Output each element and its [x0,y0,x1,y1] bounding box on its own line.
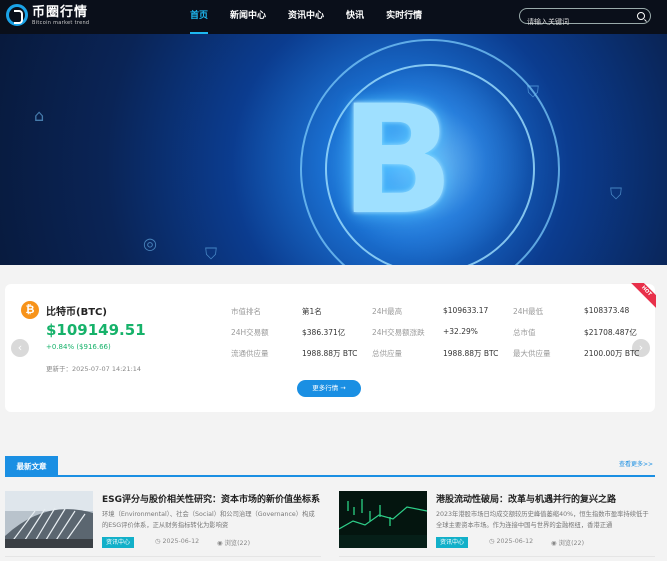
bitcoin-icon: ₿ [21,301,39,319]
shield-icon: ⛉ [205,244,218,263]
search-box [519,8,651,29]
coin-name: 比特币(BTC) [46,307,107,318]
globe-icon: ◎ [143,234,157,253]
article-views: ◉ 浏览(22) [217,540,251,547]
prev-arrow-icon[interactable]: ‹ [11,339,29,357]
eye-icon: ◉ [551,540,559,547]
hero-banner-image[interactable]: B ⌂ ◎ ⛉ ⛉ ⛉ [0,34,667,265]
logo-icon [6,4,28,26]
search-input[interactable] [520,15,630,29]
nav-info-center[interactable]: 资讯中心 [288,0,324,34]
clock-icon: ◷ [489,538,497,545]
article-category-tag[interactable]: 资讯中心 [102,537,135,548]
eye-icon: ◉ [217,540,225,547]
article-category-tag[interactable]: 资讯中心 [436,537,469,548]
hot-badge: HOT [628,283,656,311]
article-summary: 环境（Environmental）、社会（Social）和公司治理（Govern… [102,511,315,529]
nav-home[interactable]: 首页 [190,0,209,34]
clock-icon: ◷ [155,538,163,545]
article-summary: 2023年港股市场日均成交额较历史峰值萎缩40%，恒生指数市盈率持续低于全球主要… [436,511,649,529]
article-item[interactable]: ESG评分与股价相关性研究：资本市场的新价值坐标系 环境（Environment… [5,491,321,561]
article-views: ◉ 浏览(22) [551,540,585,547]
nav-live-market[interactable]: 实时行情 [386,0,422,34]
article-date: ◷ 2025-06-12 [155,538,200,545]
house-icon: ⌂ [34,106,45,125]
price-change: +0.84% ($916.66) [46,343,111,351]
logo-subtitle: Bitcoin market trend [32,19,90,26]
article-title[interactable]: ESG评分与股价相关性研究：资本市场的新价值坐标系 [102,492,320,505]
coin-price: $109149.51 [46,321,146,339]
update-time: 更新于：2025-07-07 14:21:14 [46,365,142,373]
article-thumbnail[interactable] [339,491,427,548]
article-title[interactable]: 港股流动性破局：改革与机遇并行的复兴之路 [436,492,616,505]
shield-icon: ⛉ [610,184,623,203]
top-navigation-bar: 币圈行情 Bitcoin market trend 首页 新闻中心 资讯中心 快… [0,0,667,34]
tab-latest-articles[interactable]: 最新文章 [5,456,58,477]
nav-news-center[interactable]: 新闻中心 [230,0,266,34]
article-thumbnail[interactable] [5,491,93,548]
main-nav: 首页 新闻中心 资讯中心 快讯 实时行情 [190,0,444,34]
more-market-button[interactable]: 更多行情 → [297,380,361,397]
search-icon[interactable] [637,12,645,20]
site-logo[interactable]: 币圈行情 Bitcoin market trend [6,4,89,26]
bitcoin-symbol-icon: B [340,74,455,248]
nav-flash-news[interactable]: 快讯 [346,0,364,34]
latest-articles-header: 最新文章 查看更多>> [5,456,655,477]
article-date: ◷ 2025-06-12 [489,538,534,545]
logo-title: 币圈行情 [32,4,89,20]
article-item[interactable]: 港股流动性破局：改革与机遇并行的复兴之路 2023年港股市场日均成交额较历史峰值… [339,491,655,561]
shield-icon: ⛉ [527,82,540,101]
view-more-link[interactable]: 查看更多>> [619,459,653,468]
ticker-card: ‹ › HOT ₿ 比特币(BTC) $109149.51 +0.84% ($9… [5,283,656,412]
